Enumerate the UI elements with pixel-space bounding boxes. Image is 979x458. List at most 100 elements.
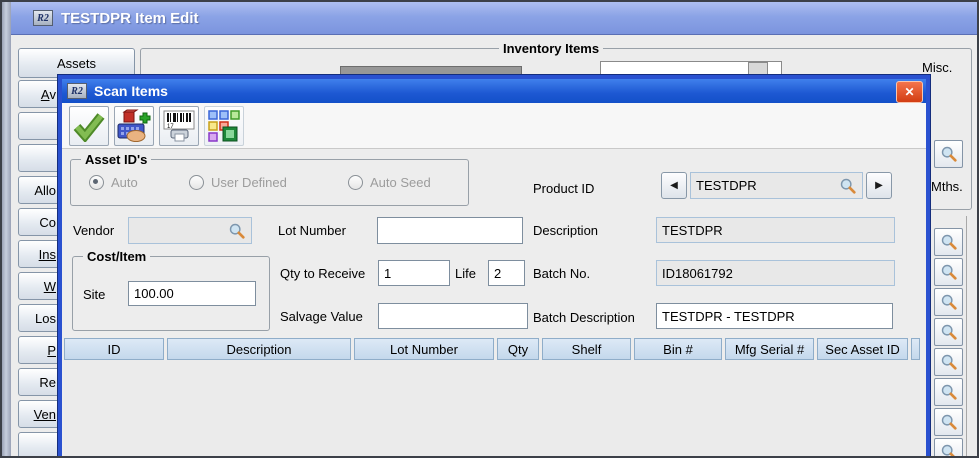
column-header-sec-asset-id[interactable]: Sec Asset ID (817, 338, 908, 360)
sidebar-item-label-underline: A (41, 87, 50, 102)
left-arrow-icon: ◀ (670, 180, 678, 191)
radio-selected-icon (89, 175, 104, 190)
sidebar-item-label: Assets (57, 56, 96, 71)
description-field: TESTDPR (656, 217, 895, 243)
screen: R2 TESTDPR Item Edit ✕ Inventory Items M… (0, 0, 979, 458)
product-id-label: Product ID (533, 181, 594, 196)
sidebar-item-label: Re (39, 375, 56, 390)
magnifier-icon[interactable] (839, 177, 857, 195)
r2-app-icon: R2 (67, 83, 87, 99)
sidebar-item-label: v (50, 87, 57, 102)
asset-ids-group-label: Asset ID's (81, 152, 151, 167)
magnifier-icon (940, 323, 958, 341)
column-header-description[interactable]: Description (167, 338, 351, 360)
magnifier-icon (940, 145, 958, 163)
column-header-partial (911, 338, 920, 360)
background-window-edge (0, 0, 11, 458)
column-header-id[interactable]: ID (64, 338, 164, 360)
search-button[interactable] (934, 318, 963, 346)
sidebar-item-label: Co (39, 215, 56, 230)
batch-description-value: TESTDPR - TESTDPR (662, 309, 795, 324)
column-header-qty[interactable]: Qty (497, 338, 539, 360)
add-item-manual-button[interactable] (114, 106, 154, 146)
dialog-titlebar[interactable]: R2 Scan Items (62, 79, 926, 103)
inventory-items-group-label: Inventory Items (499, 41, 603, 56)
items-table-body[interactable] (64, 360, 920, 458)
green-check-icon (73, 110, 105, 142)
dialog-content: Asset ID's Auto User Defined Auto Seed P… (62, 149, 926, 458)
vendor-field[interactable] (128, 217, 252, 244)
qty-to-receive-label: Qty to Receive (280, 266, 365, 281)
radio-user-defined-label: User Defined (211, 175, 287, 190)
confirm-scan-button[interactable] (69, 106, 109, 146)
product-next-button[interactable]: ▶ (866, 172, 892, 199)
print-barcode-button[interactable]: 17 (159, 106, 199, 146)
batch-description-label: Batch Description (533, 310, 635, 325)
lot-number-field[interactable] (377, 217, 523, 244)
close-icon: ✕ (904, 85, 914, 99)
radio-auto[interactable]: Auto (89, 175, 138, 190)
magnifier-icon (940, 443, 958, 458)
life-field[interactable]: 2 (488, 260, 525, 286)
product-id-field[interactable]: TESTDPR (690, 172, 863, 199)
items-table-header: ID Description Lot Number Qty Shelf Bin … (64, 338, 920, 360)
description-value: TESTDPR (662, 223, 723, 238)
search-button[interactable] (934, 258, 963, 286)
scan-items-dialog: R2 Scan Items ✕ (58, 75, 930, 458)
batch-no-label: Batch No. (533, 266, 590, 281)
site-cost-field[interactable]: 100.00 (128, 281, 256, 306)
magnifier-icon (940, 353, 958, 371)
radio-auto-seed[interactable]: Auto Seed (348, 175, 431, 190)
magnifier-icon (940, 383, 958, 401)
magnifier-icon (940, 293, 958, 311)
asset-ids-group: Asset ID's Auto User Defined Auto Seed (70, 159, 469, 206)
svg-text:17: 17 (167, 124, 174, 130)
search-button[interactable] (934, 140, 963, 168)
magnifier-icon (940, 233, 958, 251)
salvage-value-field[interactable] (378, 303, 528, 329)
column-header-mfg-serial[interactable]: Mfg Serial # (725, 338, 814, 360)
dialog-close-button[interactable]: ✕ (896, 81, 923, 103)
site-cost-value: 100.00 (134, 286, 174, 301)
site-label: Site (83, 287, 105, 302)
sidebar-item-label-underline: Ins (39, 247, 56, 262)
sidebar-item-label-underline: P (47, 343, 56, 358)
search-button[interactable] (934, 408, 963, 436)
cost-item-group: Cost/Item Site 100.00 (72, 256, 270, 331)
search-button[interactable] (934, 228, 963, 256)
partial-control[interactable] (748, 62, 768, 76)
dialog-toolbar: 17 (62, 103, 926, 149)
sidebar-item-label: Los (35, 311, 56, 326)
column-header-shelf[interactable]: Shelf (542, 338, 631, 360)
barcode-printer-icon: 17 (162, 109, 196, 143)
vendor-label: Vendor (73, 223, 114, 238)
color-grid-icon (207, 109, 241, 143)
radio-auto-label: Auto (111, 175, 138, 190)
search-button[interactable] (934, 348, 963, 376)
search-button[interactable] (934, 288, 963, 316)
batch-no-value: ID18061792 (662, 266, 733, 281)
dialog-title: Scan Items (94, 83, 168, 99)
cost-item-group-label: Cost/Item (83, 249, 150, 264)
keyboard-add-icon (117, 109, 151, 143)
radio-user-defined[interactable]: User Defined (189, 175, 287, 190)
item-categories-button[interactable] (204, 106, 244, 146)
search-button[interactable] (934, 378, 963, 406)
r2-app-icon: R2 (33, 10, 53, 26)
column-header-bin[interactable]: Bin # (634, 338, 722, 360)
column-header-lot-number[interactable]: Lot Number (354, 338, 494, 360)
main-window-titlebar[interactable]: R2 TESTDPR Item Edit (11, 2, 977, 35)
qty-to-receive-field[interactable]: 1 (378, 260, 450, 286)
radio-auto-seed-label: Auto Seed (370, 175, 431, 190)
group-border-line (966, 216, 967, 456)
magnifier-icon[interactable] (228, 222, 246, 240)
salvage-value-label: Salvage Value (280, 309, 363, 324)
lot-number-label: Lot Number (278, 223, 346, 238)
magnifier-icon (940, 413, 958, 431)
batch-description-field[interactable]: TESTDPR - TESTDPR (656, 303, 893, 329)
search-button[interactable] (934, 438, 963, 458)
mths-label: Mths. (931, 179, 963, 194)
batch-no-field: ID18061792 (656, 260, 895, 286)
sidebar-item-assets[interactable]: Assets (18, 48, 135, 78)
product-prev-button[interactable]: ◀ (661, 172, 687, 199)
